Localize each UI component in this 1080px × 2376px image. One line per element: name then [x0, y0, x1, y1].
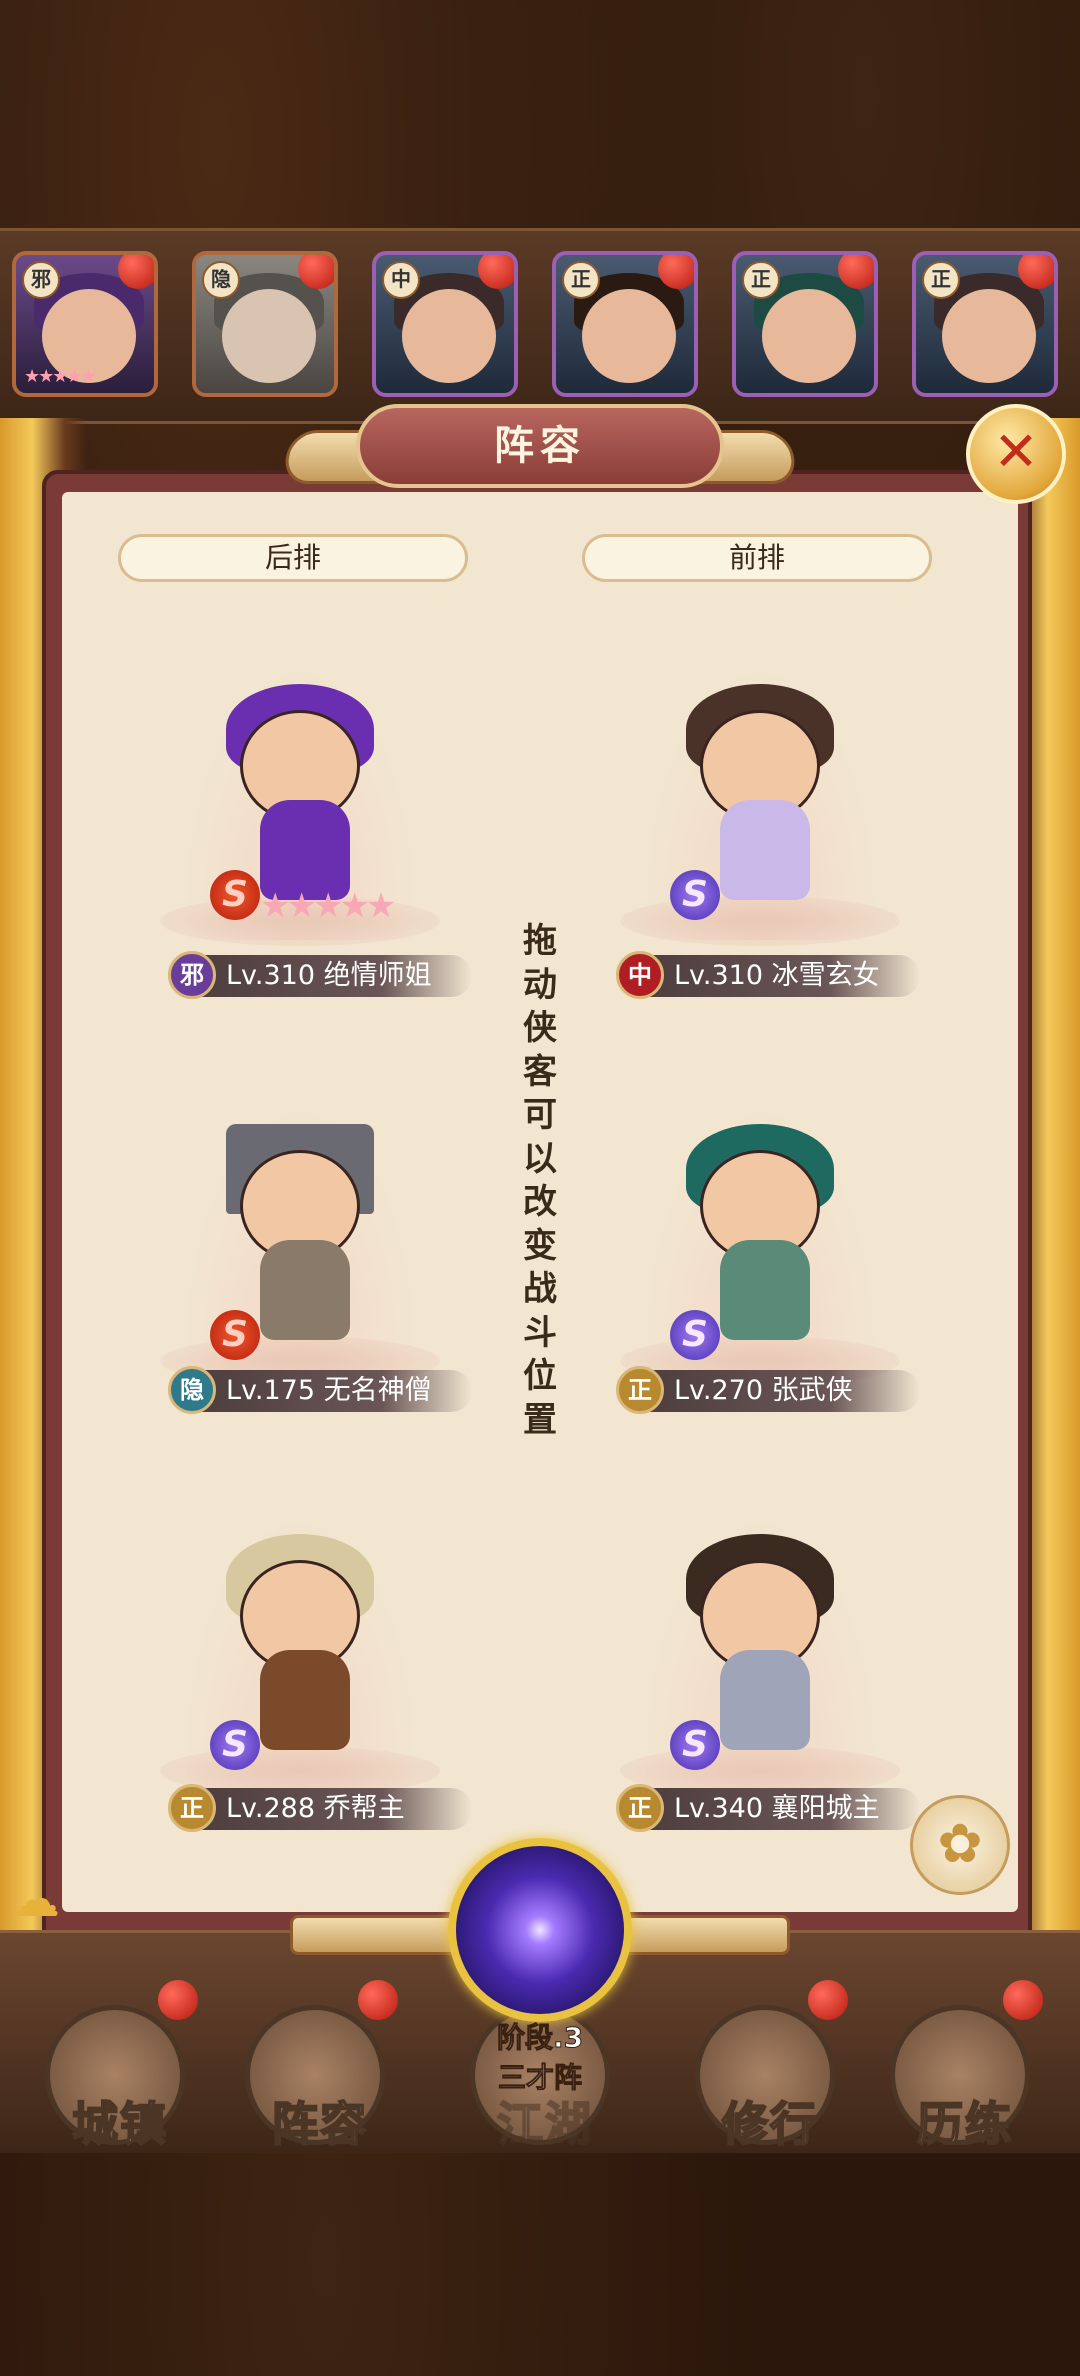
faction-badge: 隐 [168, 1366, 216, 1414]
hero-level: Lv.288 [226, 1793, 316, 1824]
hero-name: 无名神僧 [323, 1375, 432, 1406]
flower-icon: ✿ [937, 1812, 983, 1875]
formation-name: 三才阵 [497, 2061, 582, 2095]
hero-face [582, 289, 676, 383]
notification-dot [1018, 255, 1054, 289]
roster-hero-card[interactable]: 正 [552, 251, 698, 397]
faction-badge: 邪 [168, 951, 216, 999]
hero-face [402, 289, 496, 383]
faction-badge: 正 [562, 261, 600, 299]
hero-level: Lv.340 [674, 1793, 764, 1824]
nav-formation-button[interactable]: 阵容 [245, 1980, 398, 2152]
grade-badge: S [210, 870, 260, 920]
drag-hint-text: 拖动侠客可以改变战斗位置 [523, 921, 557, 1440]
notification-dot [358, 1980, 398, 2020]
star-rating: ★★★★★ [24, 366, 97, 387]
grade-badge: S [670, 1310, 720, 1360]
nav-cultivate-button[interactable]: 修行 [695, 1980, 848, 2152]
hero-name-bar: 邪 Lv.310 绝情师姐 [168, 951, 472, 999]
close-icon: ✕ [993, 420, 1039, 483]
notification-dot [1003, 1980, 1043, 2020]
faction-badge: 邪 [22, 261, 60, 299]
formation-settings-button[interactable]: ✿ [910, 1795, 1010, 1895]
character-body [260, 800, 350, 900]
notification-dot [658, 255, 694, 289]
hero-name-bar: 隐 Lv.175 无名神僧 [168, 1366, 472, 1414]
character-body [720, 1240, 810, 1340]
nav-label: 历练 [916, 2096, 1013, 2152]
hero-face [222, 289, 316, 383]
nav-town-button[interactable]: 城镇 [45, 1980, 198, 2152]
nav-label: 江湖 [496, 2096, 593, 2152]
faction-badge: 正 [616, 1366, 664, 1414]
formation-slot-back-3[interactable]: S [150, 1510, 450, 1810]
roster-hero-card[interactable]: 中 [372, 251, 518, 397]
back-row-label: 后排 [118, 534, 468, 582]
notification-dot [808, 1980, 848, 2020]
character-body [720, 800, 810, 900]
close-button[interactable]: ✕ [966, 404, 1066, 504]
formation-slot-back-1[interactable]: S ★★★★★ [150, 660, 450, 960]
star-rating: ★★★★★ [260, 886, 396, 926]
grade-badge: S [210, 1720, 260, 1770]
formation-slot-front-3[interactable]: S [610, 1510, 910, 1810]
gold-cloud-icon: ☁ [10, 1870, 60, 1928]
faction-badge: 正 [168, 1784, 216, 1832]
notification-dot [118, 255, 154, 289]
faction-badge: 中 [616, 951, 664, 999]
formation-slot-front-1[interactable]: S [610, 660, 910, 960]
grade-badge: S [670, 870, 720, 920]
formation-type-button[interactable] [448, 1838, 632, 2022]
nav-label: 修行 [721, 2096, 818, 2152]
hero-level: Lv.270 [674, 1375, 764, 1406]
notification-dot [298, 255, 334, 289]
faction-badge: 隐 [202, 261, 240, 299]
faction-badge: 正 [616, 1784, 664, 1832]
nav-label: 阵容 [271, 2096, 368, 2152]
roster-hero-card[interactable]: 隐 [192, 251, 338, 397]
faction-badge: 正 [742, 261, 780, 299]
hero-roster-strip[interactable]: 邪 ★★★★★ 隐 中 正 正 正 [0, 228, 1080, 424]
panel-title: 阵容 [356, 404, 724, 488]
hero-name-bar: 正 Lv.270 张武侠 [616, 1366, 920, 1414]
grade-badge: S [210, 1310, 260, 1360]
hero-level: Lv.175 [226, 1375, 316, 1406]
notification-dot [838, 255, 874, 289]
character-body [720, 1650, 810, 1750]
hero-face [762, 289, 856, 383]
hero-level: Lv.310 [226, 960, 316, 991]
nav-label: 城镇 [71, 2096, 168, 2152]
character-body [260, 1240, 350, 1340]
hero-name: 乔帮主 [323, 1793, 405, 1824]
hero-name-bar: 中 Lv.310 冰雪玄女 [616, 951, 920, 999]
character-body [260, 1650, 350, 1750]
roster-hero-card[interactable]: 正 [912, 251, 1058, 397]
formation-slot-back-2[interactable]: S [150, 1100, 450, 1400]
notification-dot [158, 1980, 198, 2020]
formation-slot-front-2[interactable]: S [610, 1100, 910, 1400]
roster-hero-card[interactable]: 邪 ★★★★★ [12, 251, 158, 397]
hero-name-bar: 正 Lv.288 乔帮主 [168, 1784, 472, 1832]
nav-training-button[interactable]: 历练 [890, 1980, 1043, 2152]
hero-level: Lv.310 [674, 960, 764, 991]
notification-dot [478, 255, 514, 289]
hero-face [942, 289, 1036, 383]
grade-badge: S [670, 1720, 720, 1770]
formation-stage: 阶段.3 [496, 2021, 584, 2055]
faction-badge: 中 [382, 261, 420, 299]
roster-hero-card[interactable]: 正 [732, 251, 878, 397]
slot-floor [620, 896, 900, 946]
faction-badge: 正 [922, 261, 960, 299]
hero-name: 冰雪玄女 [771, 960, 880, 991]
front-row-label: 前排 [582, 534, 932, 582]
hero-name: 绝情师姐 [323, 960, 432, 991]
hero-name-bar: 正 Lv.340 襄阳城主 [616, 1784, 920, 1832]
hero-name: 张武侠 [771, 1375, 853, 1406]
hero-name: 襄阳城主 [771, 1793, 880, 1824]
